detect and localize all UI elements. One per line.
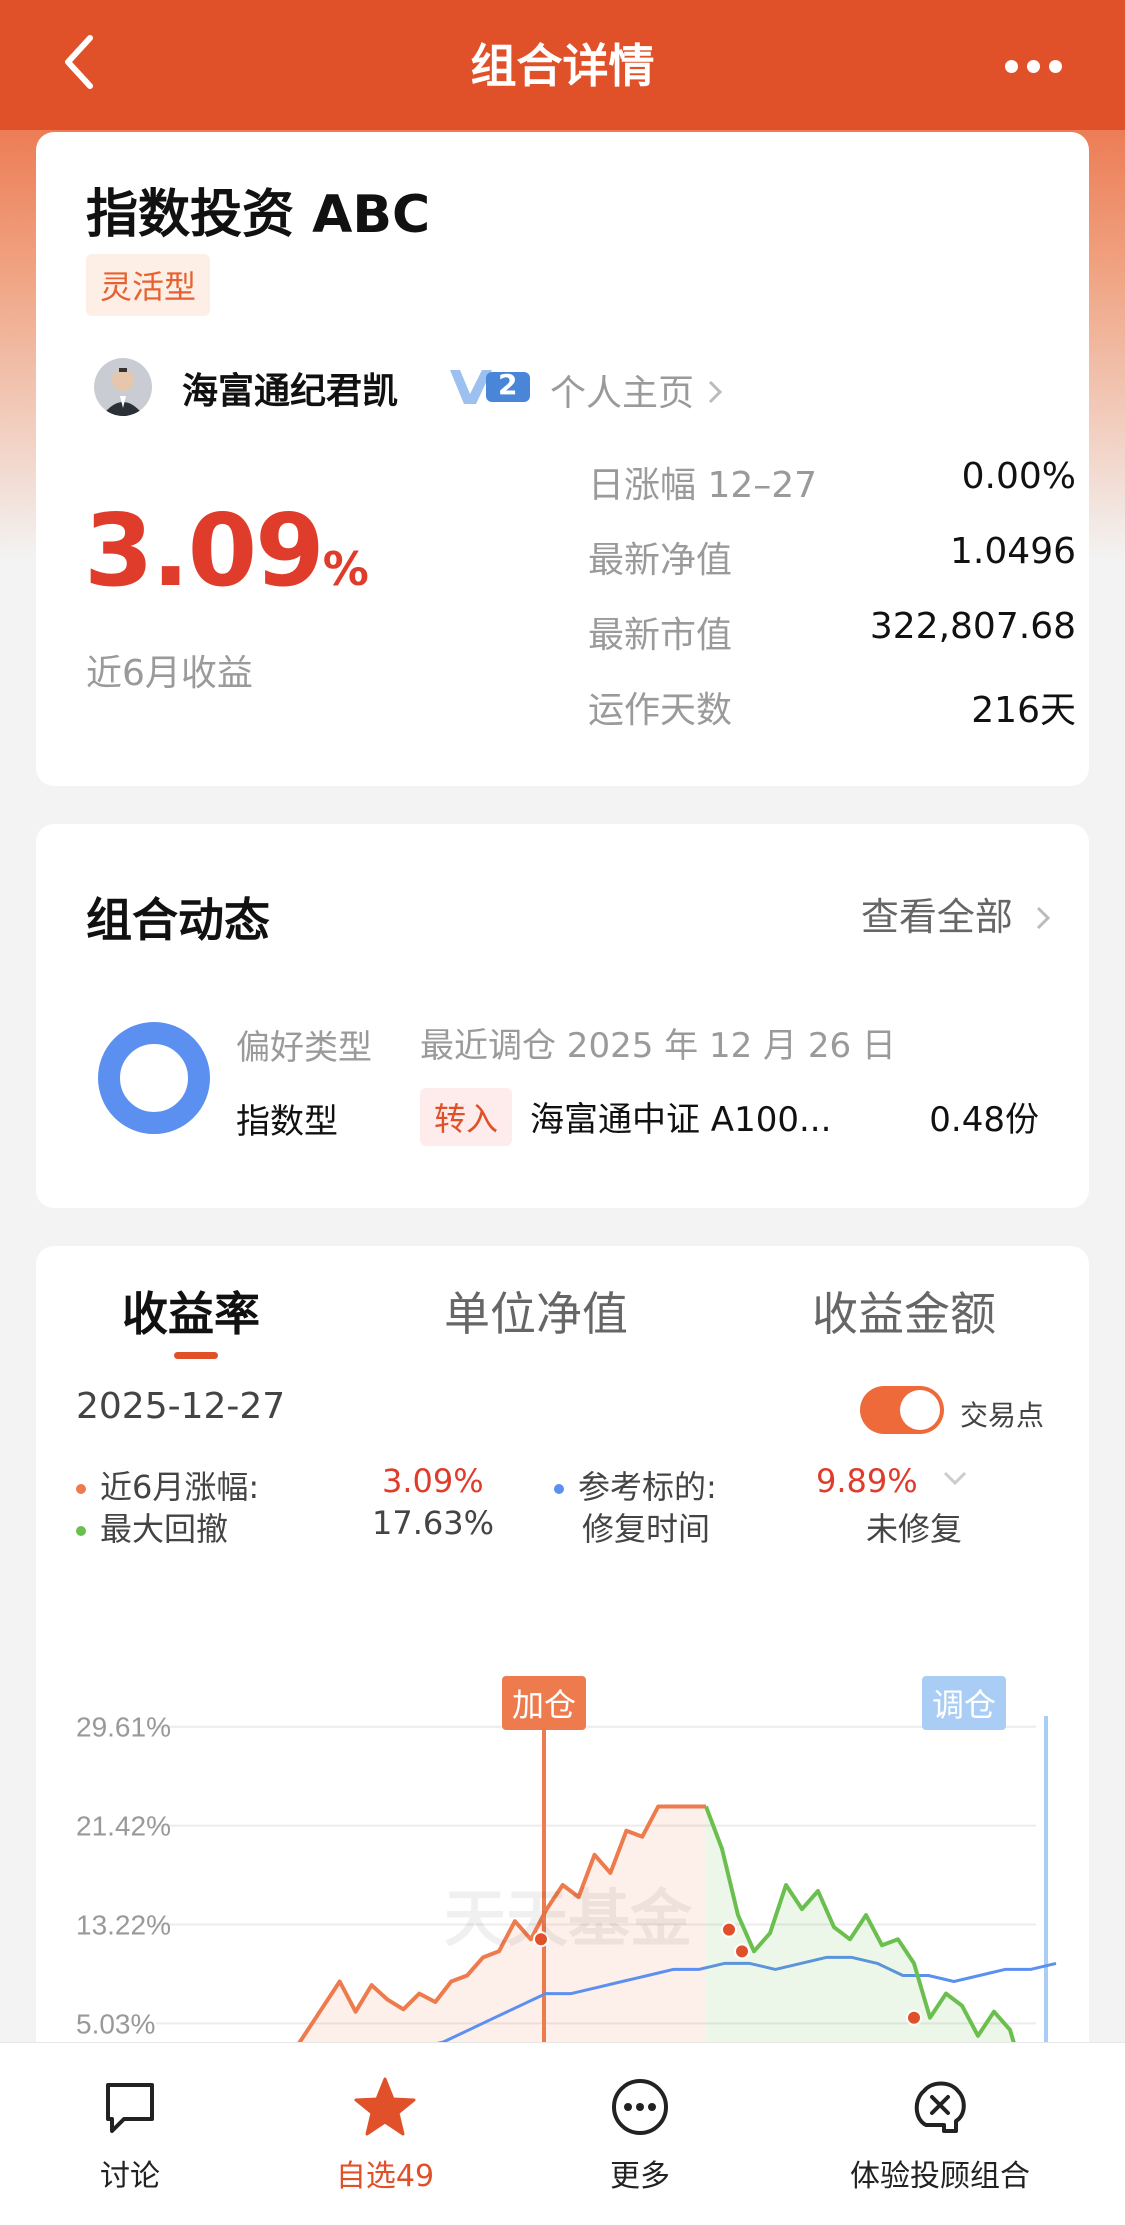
y-tick-label: 21.42% bbox=[76, 1811, 171, 1842]
tab-discussion[interactable]: 讨论 bbox=[90, 2075, 170, 2195]
view-all-link[interactable]: 查看全部 bbox=[861, 886, 1053, 942]
fund-name[interactable]: 海富通中证 A100... bbox=[530, 1092, 831, 1141]
rebalance-date: 最近调仓 2025 年 12 月 26 日 bbox=[420, 1026, 896, 1066]
stat-row: 日涨幅 12–27 0.00% bbox=[588, 456, 1076, 516]
homepage-link-label: 个人主页 bbox=[550, 373, 695, 414]
y-tick-label: 13.22% bbox=[76, 1910, 171, 1941]
chevron-right-icon bbox=[705, 375, 725, 416]
transfer-in-tag: 转入 bbox=[420, 1088, 513, 1146]
portfolio-summary-card: 指数投资 ABC 灵活型 海富通纪君凯 2 个人主页 3.09% 近6月收益 日… bbox=[36, 132, 1089, 786]
tab-more[interactable]: 更多 bbox=[600, 2075, 680, 2195]
manager-name[interactable]: 海富通纪君凯 bbox=[182, 362, 398, 414]
preference-value: 指数型 bbox=[236, 1102, 338, 1142]
homepage-link[interactable]: 个人主页 bbox=[550, 364, 725, 416]
stat-label: 日涨幅 12–27 bbox=[588, 465, 818, 506]
return-value: 3.09 bbox=[84, 492, 325, 609]
page-title: 组合详情 bbox=[470, 39, 655, 93]
trade-point[interactable] bbox=[721, 1921, 737, 1938]
stat-value: 1.0496 bbox=[950, 531, 1076, 572]
chevron-right-icon bbox=[1033, 898, 1053, 942]
return-display: 3.09% bbox=[84, 492, 369, 609]
manager-avatar[interactable] bbox=[94, 358, 152, 416]
type-tag: 灵活型 bbox=[86, 254, 211, 316]
chart-card: 收益率 单位净值 收益金额 2025-12-27 交易点 近6月涨幅: 3.09… bbox=[36, 1246, 1089, 2066]
return-unit: % bbox=[322, 542, 369, 596]
view-all-label: 查看全部 bbox=[860, 895, 1013, 939]
add-position-marker[interactable]: 加仓 bbox=[502, 1676, 587, 1730]
series-area bbox=[706, 1806, 1026, 2066]
badge-number: 2 bbox=[498, 368, 518, 401]
advisor-brain-icon bbox=[908, 2075, 972, 2139]
top-bar: 组合详情 bbox=[0, 0, 1125, 130]
return-label: 近6月收益 bbox=[86, 653, 253, 694]
fund-shares: 0.48份 bbox=[929, 1100, 1039, 1140]
tab-watchlist[interactable]: 自选49 bbox=[320, 2075, 450, 2195]
preference-label: 偏好类型 bbox=[236, 1028, 372, 1068]
tab-more-label: 更多 bbox=[610, 2159, 670, 2194]
rebalance-marker[interactable]: 调仓 bbox=[922, 1676, 1007, 1730]
tab-discussion-label: 讨论 bbox=[100, 2159, 160, 2194]
more-options-icon[interactable] bbox=[1005, 58, 1075, 74]
trade-point[interactable] bbox=[906, 2009, 922, 2026]
stat-label: 运作天数 bbox=[588, 690, 733, 731]
dynamics-title: 组合动态 bbox=[86, 893, 270, 947]
stat-label: 最新净值 bbox=[588, 540, 733, 581]
stat-row: 最新市值 322,807.68 bbox=[588, 606, 1076, 666]
chat-bubble-icon bbox=[98, 2075, 162, 2139]
stat-row: 运作天数 216天 bbox=[588, 681, 1076, 741]
stat-value: 0.00% bbox=[961, 456, 1076, 497]
stat-row: 最新净值 1.0496 bbox=[588, 531, 1076, 591]
tab-advisor[interactable]: 体验投顾组合 bbox=[840, 2075, 1040, 2195]
tab-watchlist-label: 自选49 bbox=[335, 2159, 435, 2194]
stat-value: 216天 bbox=[971, 690, 1076, 731]
more-circle-icon bbox=[608, 2075, 672, 2139]
trade-point[interactable] bbox=[734, 1943, 750, 1960]
stat-value: 322,807.68 bbox=[869, 606, 1076, 647]
preference-donut-icon bbox=[96, 1020, 212, 1136]
y-tick-label: 29.61% bbox=[76, 1712, 171, 1743]
tab-advisor-label: 体验投顾组合 bbox=[850, 2159, 1030, 2194]
portfolio-name: 指数投资 ABC bbox=[86, 185, 431, 245]
watermark: 天天基金 bbox=[444, 1882, 693, 1955]
star-icon bbox=[353, 2075, 417, 2139]
y-tick-label: 5.03% bbox=[76, 2008, 155, 2039]
stat-label: 最新市值 bbox=[588, 615, 733, 656]
bottom-tab-bar: 讨论 自选49 更多 体验投顾组合 bbox=[0, 2042, 1125, 2225]
v2-badge-icon: 2 bbox=[446, 364, 534, 408]
portfolio-dynamics-card: 组合动态 查看全部 偏好类型 指数型 最近调仓 2025 年 12 月 26 日… bbox=[36, 824, 1089, 1208]
